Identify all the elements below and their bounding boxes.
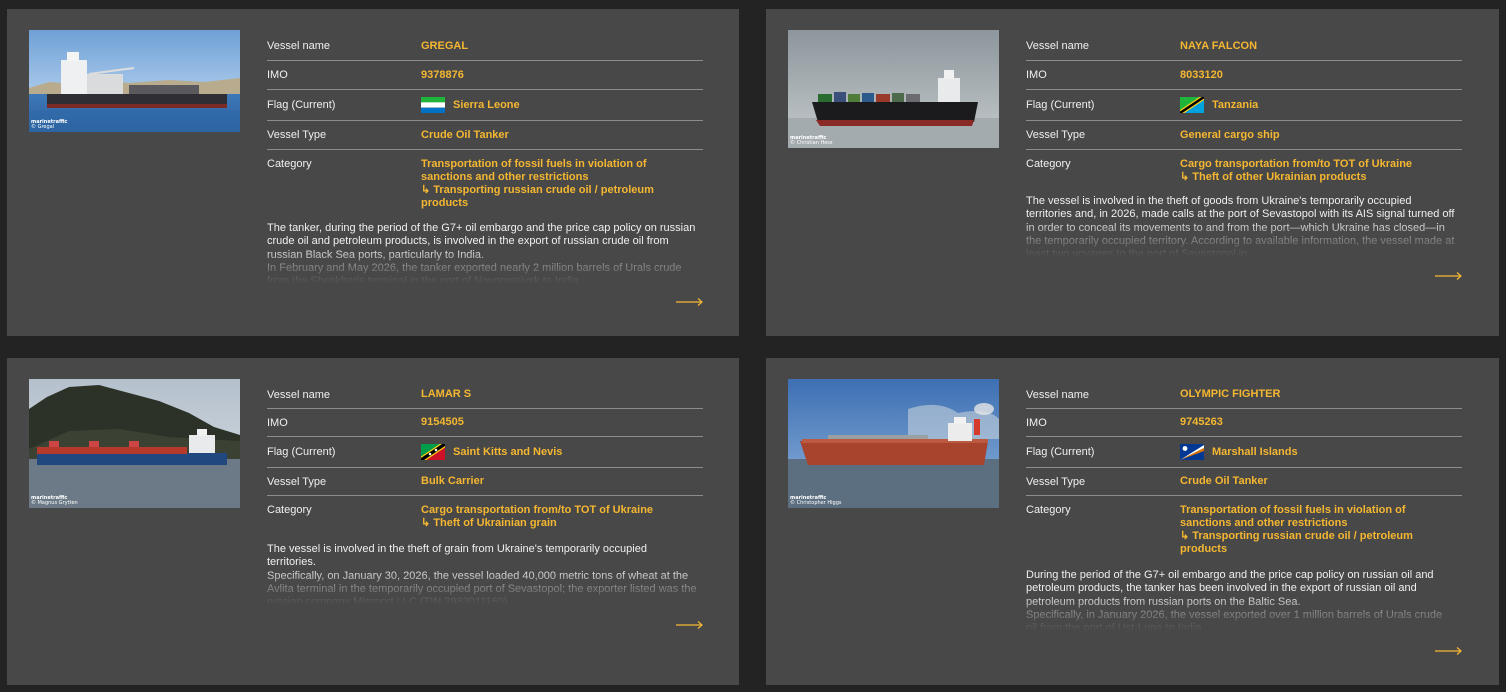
label-vessel-type: Vessel Type [267, 129, 327, 141]
tanzania-flag-icon [1180, 97, 1204, 113]
label-vessel-name: Vessel name [267, 40, 330, 52]
vessel-info-table: Vessel name OLYMPIC FIGHTER IMO 9745263 … [1026, 381, 1462, 556]
vessel-photo[interactable]: marinetraffic © Christopher Higgs [788, 379, 999, 508]
description-paragraph: During the period of the G7+ oil embargo… [1026, 569, 1434, 608]
label-flag: Flag (Current) [267, 99, 336, 111]
description-paragraph: Specifically, on January 30, 2026, the v… [267, 569, 697, 605]
row-flag: Flag (Current) Marshall Islands [1026, 437, 1462, 468]
vessel-name-value: NAYA FALCON [1180, 39, 1258, 52]
flag-name-value: Saint Kitts and Nevis [453, 445, 563, 458]
vessel-card-olympic-fighter[interactable]: marinetraffic © Christopher Higgs Vessel … [766, 358, 1499, 685]
vessel-info-table: Vessel name LAMAR S IMO 9154505 Flag (Cu… [267, 381, 703, 530]
arrow-right-icon[interactable] [1435, 646, 1463, 656]
label-imo: IMO [267, 416, 288, 429]
imo-value: 9154505 [421, 416, 464, 428]
category-main-value: Cargo transportation from/to TOT of Ukra… [1180, 158, 1413, 170]
vessel-card-gregal[interactable]: marinetraffic © Gregal Vessel name GREGAL… [7, 9, 739, 336]
row-imo: IMO 9378876 [267, 61, 703, 90]
row-category: Category Cargo transportation from/to TO… [1026, 150, 1462, 184]
imo-value: 9378876 [421, 68, 464, 81]
vessel-card-naya-falcon[interactable]: marinetraffic © Christian Hess Vessel nam… [766, 9, 1499, 336]
description-paragraph: Specifically, in January 2026, the vesse… [1026, 608, 1443, 631]
row-vessel-name: Vessel name GREGAL [267, 32, 703, 61]
category-sub-value: ↳ Theft of Ukrainian grain [421, 517, 557, 529]
description-paragraph: The vessel is involved in the theft of g… [1026, 195, 1455, 257]
vessel-description: The vessel is involved in the theft of g… [267, 543, 697, 605]
row-imo: IMO 9745263 [1026, 409, 1462, 437]
vessel-photo[interactable]: marinetraffic © Gregal [29, 30, 240, 132]
row-vessel-name: Vessel name LAMAR S [267, 381, 703, 409]
label-flag: Flag (Current) [267, 446, 336, 458]
description-paragraph: In February and May 2026, the tanker exp… [267, 261, 682, 284]
category-main-value: Transportation of fossil fuels in violat… [1180, 504, 1406, 529]
sierra-leone-flag-icon [421, 97, 445, 113]
flag-name-value: Marshall Islands [1212, 445, 1298, 458]
vessel-type-value: Crude Oil Tanker [1180, 475, 1268, 487]
row-flag: Flag (Current) Tanzania [1026, 90, 1462, 121]
saint-kitts-and-nevis-flag-icon [421, 444, 445, 460]
label-imo: IMO [1026, 416, 1047, 429]
photo-watermark: marinetraffic © Gregal [31, 119, 68, 130]
row-vessel-name: Vessel name OLYMPIC FIGHTER [1026, 381, 1462, 409]
label-vessel-name: Vessel name [1026, 388, 1089, 401]
vessel-type-value: Bulk Carrier [421, 475, 484, 487]
row-category: Category Transportation of fossil fuels … [267, 150, 703, 210]
vessel-name-value: GREGAL [421, 39, 469, 52]
vessel-info-table: Vessel name NAYA FALCON IMO 8033120 Flag… [1026, 32, 1462, 184]
category-main-value: Transportation of fossil fuels in violat… [421, 158, 647, 183]
vessel-description: The vessel is involved in the theft of g… [1026, 195, 1456, 257]
label-imo: IMO [1026, 69, 1047, 81]
flag-name-value: Sierra Leone [453, 98, 520, 111]
row-vessel-type: Vessel Type Bulk Carrier [267, 468, 703, 496]
vessel-description: The tanker, during the period of the G7+… [267, 222, 697, 284]
marshall-islands-flag-icon [1180, 444, 1204, 460]
row-vessel-name: Vessel name NAYA FALCON [1026, 32, 1462, 61]
row-category: Category Cargo transportation from/to TO… [267, 496, 703, 530]
label-vessel-type: Vessel Type [1026, 129, 1086, 141]
arrow-right-icon[interactable] [676, 297, 704, 307]
vessel-photo[interactable]: marinetraffic © Christian Hess [788, 30, 999, 148]
photo-watermark: marinetraffic © Magnus Grytten [31, 495, 78, 506]
imo-value: 9745263 [1180, 416, 1223, 428]
label-vessel-type: Vessel Type [267, 475, 327, 488]
label-flag: Flag (Current) [1026, 446, 1095, 458]
row-vessel-type: Vessel Type Crude Oil Tanker [267, 121, 703, 150]
flag-name-value: Tanzania [1212, 98, 1259, 111]
label-category: Category [1026, 504, 1071, 516]
label-category: Category [267, 504, 312, 516]
row-vessel-type: Vessel Type Crude Oil Tanker [1026, 468, 1462, 496]
imo-value: 8033120 [1180, 68, 1223, 81]
category-main-value: Cargo transportation from/to TOT of Ukra… [421, 504, 654, 516]
vessel-photo[interactable]: marinetraffic © Magnus Grytten [29, 379, 240, 508]
vessel-info-table: Vessel name GREGAL IMO 9378876 Flag (Cur… [267, 32, 703, 210]
category-sub-value: ↳ Transporting russian crude oil / petro… [1180, 530, 1413, 555]
photo-watermark: marinetraffic © Christopher Higgs [790, 495, 842, 506]
vessel-type-value: General cargo ship [1180, 128, 1280, 141]
vessel-card-lamar-s[interactable]: marinetraffic © Magnus Grytten Vessel nam… [7, 358, 739, 685]
row-category: Category Transportation of fossil fuels … [1026, 496, 1462, 556]
vessel-name-value: LAMAR S [421, 388, 472, 400]
row-imo: IMO 8033120 [1026, 61, 1462, 90]
description-paragraph: The tanker, during the period of the G7+… [267, 222, 696, 261]
category-sub-value: ↳ Transporting russian crude oil / petro… [421, 184, 654, 209]
label-vessel-name: Vessel name [1026, 40, 1089, 52]
row-flag: Flag (Current) Sierra Leone [267, 90, 703, 121]
label-vessel-type: Vessel Type [1026, 475, 1086, 488]
row-imo: IMO 9154505 [267, 409, 703, 437]
description-paragraph: The vessel is involved in the theft of g… [267, 543, 647, 569]
row-flag: Flag (Current) Saint Kitts and Nevis [267, 437, 703, 468]
vessel-name-value: OLYMPIC FIGHTER [1180, 388, 1281, 400]
arrow-right-icon[interactable] [1435, 271, 1463, 281]
row-vessel-type: Vessel Type General cargo ship [1026, 121, 1462, 150]
label-flag: Flag (Current) [1026, 99, 1095, 111]
label-vessel-name: Vessel name [267, 388, 330, 401]
label-imo: IMO [267, 69, 288, 81]
category-sub-value: ↳ Theft of other Ukrainian products [1180, 171, 1367, 183]
vessel-description: During the period of the G7+ oil embargo… [1026, 569, 1456, 631]
label-category: Category [267, 158, 312, 170]
vessel-type-value: Crude Oil Tanker [421, 128, 509, 141]
photo-watermark: marinetraffic © Christian Hess [790, 135, 833, 146]
arrow-right-icon[interactable] [676, 620, 704, 630]
label-category: Category [1026, 158, 1071, 170]
